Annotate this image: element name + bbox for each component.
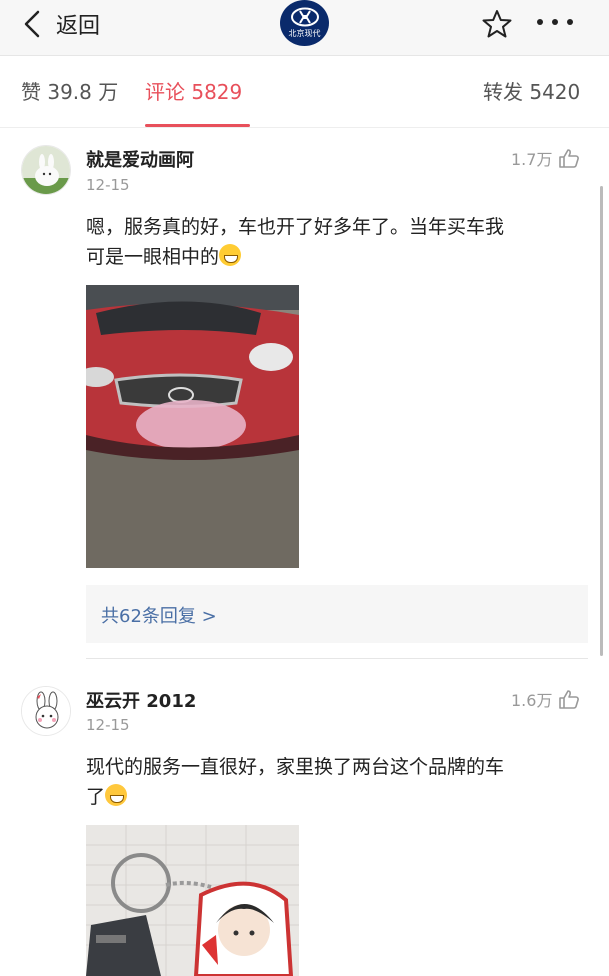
hyundai-logo-icon (290, 7, 319, 27)
view-replies-link[interactable]: 共62条回复 > (101, 602, 217, 628)
active-tab-indicator (145, 124, 250, 127)
comment-divider (86, 658, 588, 659)
back-label: 返回 (56, 14, 101, 39)
more-dot (567, 19, 573, 25)
comment-text: 嗯，服务真的好，车也开了好多年了。当年买车我 可是一眼相中的 (86, 212, 586, 272)
more-icon[interactable] (537, 12, 573, 32)
scrollbar[interactable] (600, 186, 603, 656)
comment-date: 12-15 (86, 176, 130, 194)
star-icon[interactable] (481, 8, 513, 40)
chevron-left-icon (24, 10, 40, 38)
tab-bar: 赞 39.8 万 评论 5829 转发 5420 (0, 56, 609, 128)
back-button[interactable]: 返回 (22, 8, 100, 40)
brand-name: 北京现代 (288, 29, 321, 38)
brand-logo[interactable]: 北京现代 (280, 0, 329, 46)
like-button[interactable]: 1.6万 (511, 687, 580, 711)
comment-photo-car[interactable] (86, 285, 299, 568)
avatar-bunny-drawing (22, 687, 70, 735)
like-button[interactable]: 1.7万 (511, 146, 580, 170)
tab-comments[interactable]: 评论 5829 (145, 76, 242, 105)
avatar[interactable] (21, 145, 71, 195)
username[interactable]: 就是爱动画阿 (86, 146, 194, 172)
more-dot (537, 19, 543, 25)
thumbs-up-icon (559, 690, 580, 709)
worried-emoji-icon (105, 784, 128, 806)
comment-text: 现代的服务一直很好，家里换了两台这个品牌的车 了 (86, 752, 586, 812)
keychain-image (86, 825, 299, 976)
top-nav-bar: 返回 北京现代 (0, 0, 609, 56)
tab-reposts[interactable]: 转发 5420 (483, 76, 580, 105)
avatar[interactable] (21, 686, 71, 736)
avatar-rabbit-image (22, 146, 70, 194)
comment-text-line: 现代的服务一直很好，家里换了两台这个品牌的车 (86, 756, 505, 778)
comment-date: 12-15 (86, 716, 130, 734)
thumbs-up-icon (559, 149, 580, 168)
comment-photo-keychain[interactable] (86, 825, 299, 976)
comment-text-line: 可是一眼相中的 (86, 246, 220, 268)
like-count: 1.6万 (511, 691, 553, 710)
comment-text-line: 嗯，服务真的好，车也开了好多年了。当年买车我 (86, 216, 505, 238)
more-dot (552, 19, 558, 25)
grin-emoji-icon (219, 244, 242, 266)
red-car-image (86, 285, 299, 568)
like-count: 1.7万 (511, 150, 553, 169)
tab-likes[interactable]: 赞 39.8 万 (21, 76, 118, 105)
comment-text-line: 了 (86, 786, 106, 808)
replies-panel[interactable]: 共62条回复 > (86, 585, 588, 643)
username[interactable]: 巫云开 2012 (86, 687, 196, 713)
